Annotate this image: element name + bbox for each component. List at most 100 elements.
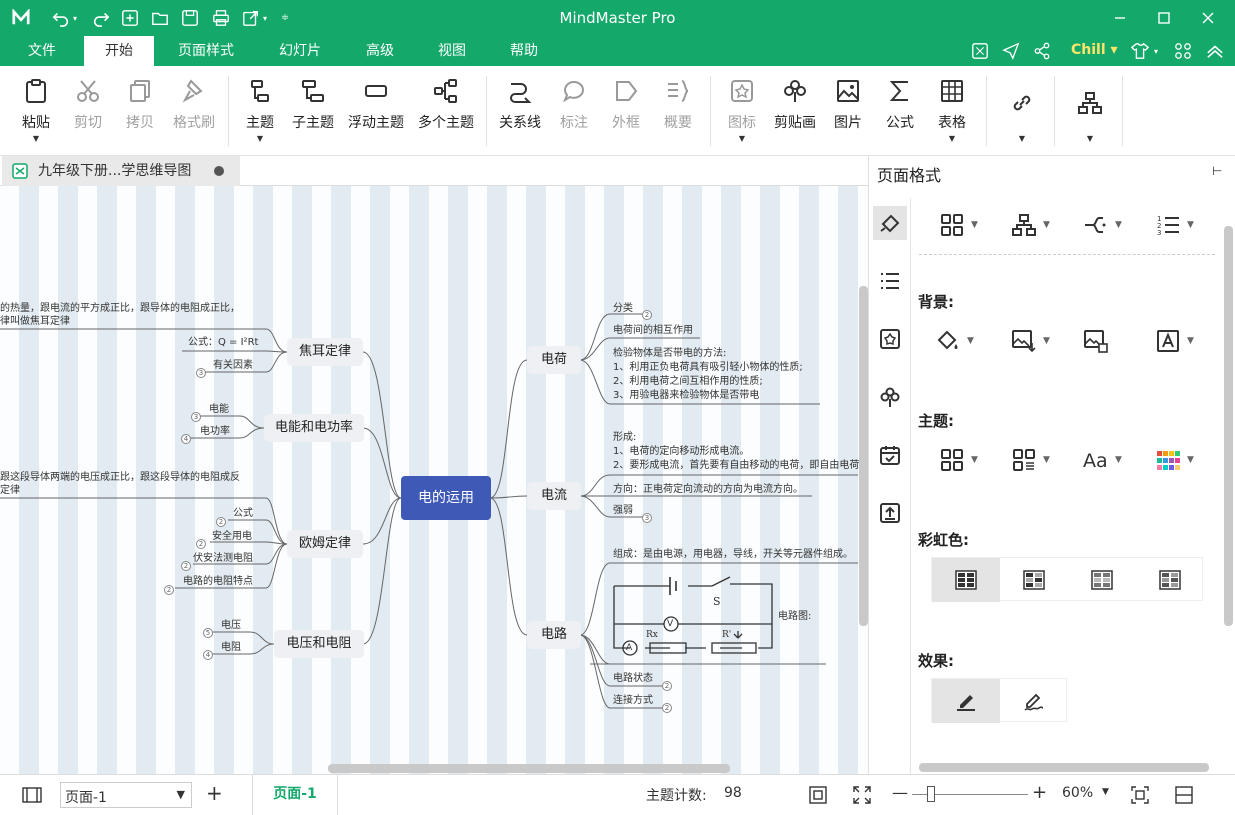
- new-file-icon[interactable]: [119, 7, 141, 29]
- horizontal-scrollbar[interactable]: [328, 764, 730, 773]
- picture-button[interactable]: 图片: [826, 74, 870, 152]
- maximize-icon[interactable]: [1141, 0, 1187, 36]
- subtopic-current-direction[interactable]: 方向：正电荷定向流动的方向为电流方向。: [613, 483, 803, 496]
- zoom-level[interactable]: 60%: [1062, 785, 1093, 801]
- zoom-out-icon[interactable]: —: [892, 783, 908, 802]
- fullscreen-view-icon[interactable]: [852, 785, 872, 809]
- collapse-badge[interactable]: 2: [216, 517, 226, 527]
- page-select[interactable]: 页面-1 ▼: [60, 782, 192, 808]
- subtopic-resistance-features[interactable]: 电路的电阻特点: [183, 575, 253, 588]
- topic-joule-law[interactable]: 焦耳定律: [287, 338, 363, 366]
- page-tab-active[interactable]: 页面-1: [252, 775, 338, 815]
- share-icon[interactable]: [1031, 40, 1053, 62]
- zoom-dropdown-icon[interactable]: ▼: [1102, 787, 1109, 797]
- collapse-badge[interactable]: 4: [181, 434, 191, 444]
- customize-toolbar-icon[interactable]: ≑: [278, 7, 292, 29]
- subtopic-circuit-connection[interactable]: 连接方式: [613, 694, 653, 707]
- topic-charge[interactable]: 电荷: [527, 346, 581, 374]
- clipart-tab-icon[interactable]: [873, 380, 907, 414]
- link-dropdown-icon[interactable]: ▼: [1000, 134, 1044, 143]
- collapse-badge[interactable]: 2: [196, 539, 206, 549]
- shirt-dropdown-icon[interactable]: ▾: [1150, 40, 1162, 62]
- theme-selector[interactable]: Chill ▾: [1071, 42, 1118, 58]
- subtopic-current-formation[interactable]: 形成:: [613, 431, 636, 444]
- org-layout-dropdown[interactable]: ▼: [1011, 210, 1050, 240]
- layout-structure-dropdown[interactable]: ▼: [939, 210, 978, 240]
- multiple-topics-button[interactable]: 多个主题: [414, 74, 478, 152]
- theme-style-dropdown[interactable]: ▼: [1011, 445, 1050, 475]
- undo-icon[interactable]: [50, 7, 72, 29]
- tab-slideshow[interactable]: 幻灯片: [268, 36, 332, 66]
- paste-dropdown-icon[interactable]: ▼: [14, 134, 58, 143]
- undo-dropdown-icon[interactable]: ▾: [70, 7, 80, 29]
- layout-dropdown-icon[interactable]: ▼: [1068, 134, 1112, 143]
- effect-hand-drawn-option[interactable]: [1000, 679, 1068, 723]
- subtopic-electrical-safety[interactable]: 安全用电: [212, 530, 252, 543]
- fit-page-icon[interactable]: [808, 785, 828, 809]
- central-topic[interactable]: 电的运用: [401, 476, 491, 520]
- collapse-badge[interactable]: 2: [181, 561, 191, 571]
- format-painter-button[interactable]: 格式刷: [168, 74, 220, 152]
- copy-button[interactable]: 拷贝: [118, 74, 162, 152]
- paste-button[interactable]: 粘贴 ▼: [14, 74, 58, 152]
- subtopic-resistance[interactable]: 电阻: [221, 641, 241, 654]
- tab-page-style[interactable]: 页面样式: [168, 36, 244, 66]
- rainbow-option-1[interactable]: [932, 558, 1000, 602]
- subtopic-charge-classify[interactable]: 分类: [613, 302, 633, 315]
- minimize-icon[interactable]: [1097, 0, 1143, 36]
- export-tab-icon[interactable]: [873, 496, 907, 530]
- subtopic-ohm-formula[interactable]: 公式: [233, 507, 253, 520]
- collapse-panel-icon[interactable]: [1174, 785, 1194, 809]
- shirt-icon[interactable]: [1129, 40, 1151, 62]
- connector-style-dropdown[interactable]: ▼: [1083, 210, 1122, 240]
- page-panel-toggle-icon[interactable]: [22, 787, 42, 807]
- boundary-button[interactable]: 外框: [604, 74, 648, 152]
- zoom-in-icon[interactable]: +: [1032, 782, 1047, 803]
- subtopic-button[interactable]: 子主题: [288, 74, 338, 152]
- topic-ohm-law[interactable]: 欧姆定律: [287, 530, 363, 558]
- topic-electric-power[interactable]: 电能和电功率: [264, 414, 364, 442]
- subtopic-electric-energy[interactable]: 电能: [209, 403, 229, 416]
- document-tab[interactable]: 九年级下册...学思维导图: [2, 156, 240, 186]
- rainbow-option-4[interactable]: [1136, 558, 1204, 602]
- relationship-button[interactable]: 关系线: [494, 74, 546, 152]
- panel-vertical-scrollbar[interactable]: [1224, 226, 1233, 626]
- subtopic-charge-method[interactable]: 检验物体是否带电的方法:: [613, 347, 726, 360]
- redo-icon[interactable]: [90, 7, 112, 29]
- cut-button[interactable]: 剪切: [66, 74, 110, 152]
- apps-icon[interactable]: [1172, 40, 1194, 62]
- collapse-badge[interactable]: 4: [203, 650, 213, 660]
- close-icon[interactable]: [1185, 0, 1231, 36]
- fit-width-icon[interactable]: [1130, 785, 1150, 809]
- subtopic-voltammetry[interactable]: 伏安法测电阻: [193, 552, 253, 565]
- vertical-scrollbar[interactable]: [859, 286, 868, 626]
- collapse-ribbon-icon[interactable]: [1204, 40, 1226, 62]
- collapse-badge[interactable]: 2: [164, 585, 174, 595]
- theme-font-dropdown[interactable]: Aa ▼: [1083, 445, 1122, 475]
- table-button[interactable]: 表格 ▼: [930, 74, 974, 152]
- numbering-dropdown[interactable]: 1 2 3 ▼: [1155, 210, 1194, 240]
- watermark-dropdown[interactable]: ▼: [1155, 326, 1194, 356]
- topic-voltage-resistance[interactable]: 电压和电阻: [274, 630, 364, 658]
- collapse-badge[interactable]: 2: [662, 681, 672, 691]
- zoom-slider-thumb[interactable]: [927, 786, 935, 802]
- tab-file[interactable]: 文件: [14, 36, 70, 66]
- export-dropdown-icon[interactable]: ▾: [260, 7, 270, 29]
- subtopic-voltage[interactable]: 电压: [221, 619, 241, 632]
- background-color-dropdown[interactable]: ▼: [935, 326, 974, 356]
- mindmap-canvas[interactable]: 电的运用 电荷 电流 电路 焦耳定律 电能和电功率 欧姆定律 电压和电阻 分类 …: [0, 186, 868, 774]
- tab-home[interactable]: 开始: [84, 36, 154, 66]
- topic-current[interactable]: 电流: [527, 482, 581, 510]
- topic-dropdown-icon[interactable]: ▼: [238, 134, 282, 143]
- subtopic-circuit-state[interactable]: 电路状态: [613, 672, 653, 685]
- unsaved-dot-icon[interactable]: [214, 166, 224, 176]
- floating-topic-button[interactable]: 浮动主题: [344, 74, 408, 152]
- panel-horizontal-scrollbar[interactable]: [919, 763, 1209, 772]
- pin-icon[interactable]: ⊢: [1212, 164, 1222, 178]
- open-folder-icon[interactable]: [149, 7, 171, 29]
- send-icon[interactable]: [1000, 40, 1022, 62]
- export-icon[interactable]: [240, 7, 262, 29]
- layout-button[interactable]: ▼: [1068, 74, 1112, 152]
- topic-circuit[interactable]: 电路: [527, 621, 581, 649]
- subtopic-current-strength[interactable]: 强弱: [613, 504, 633, 517]
